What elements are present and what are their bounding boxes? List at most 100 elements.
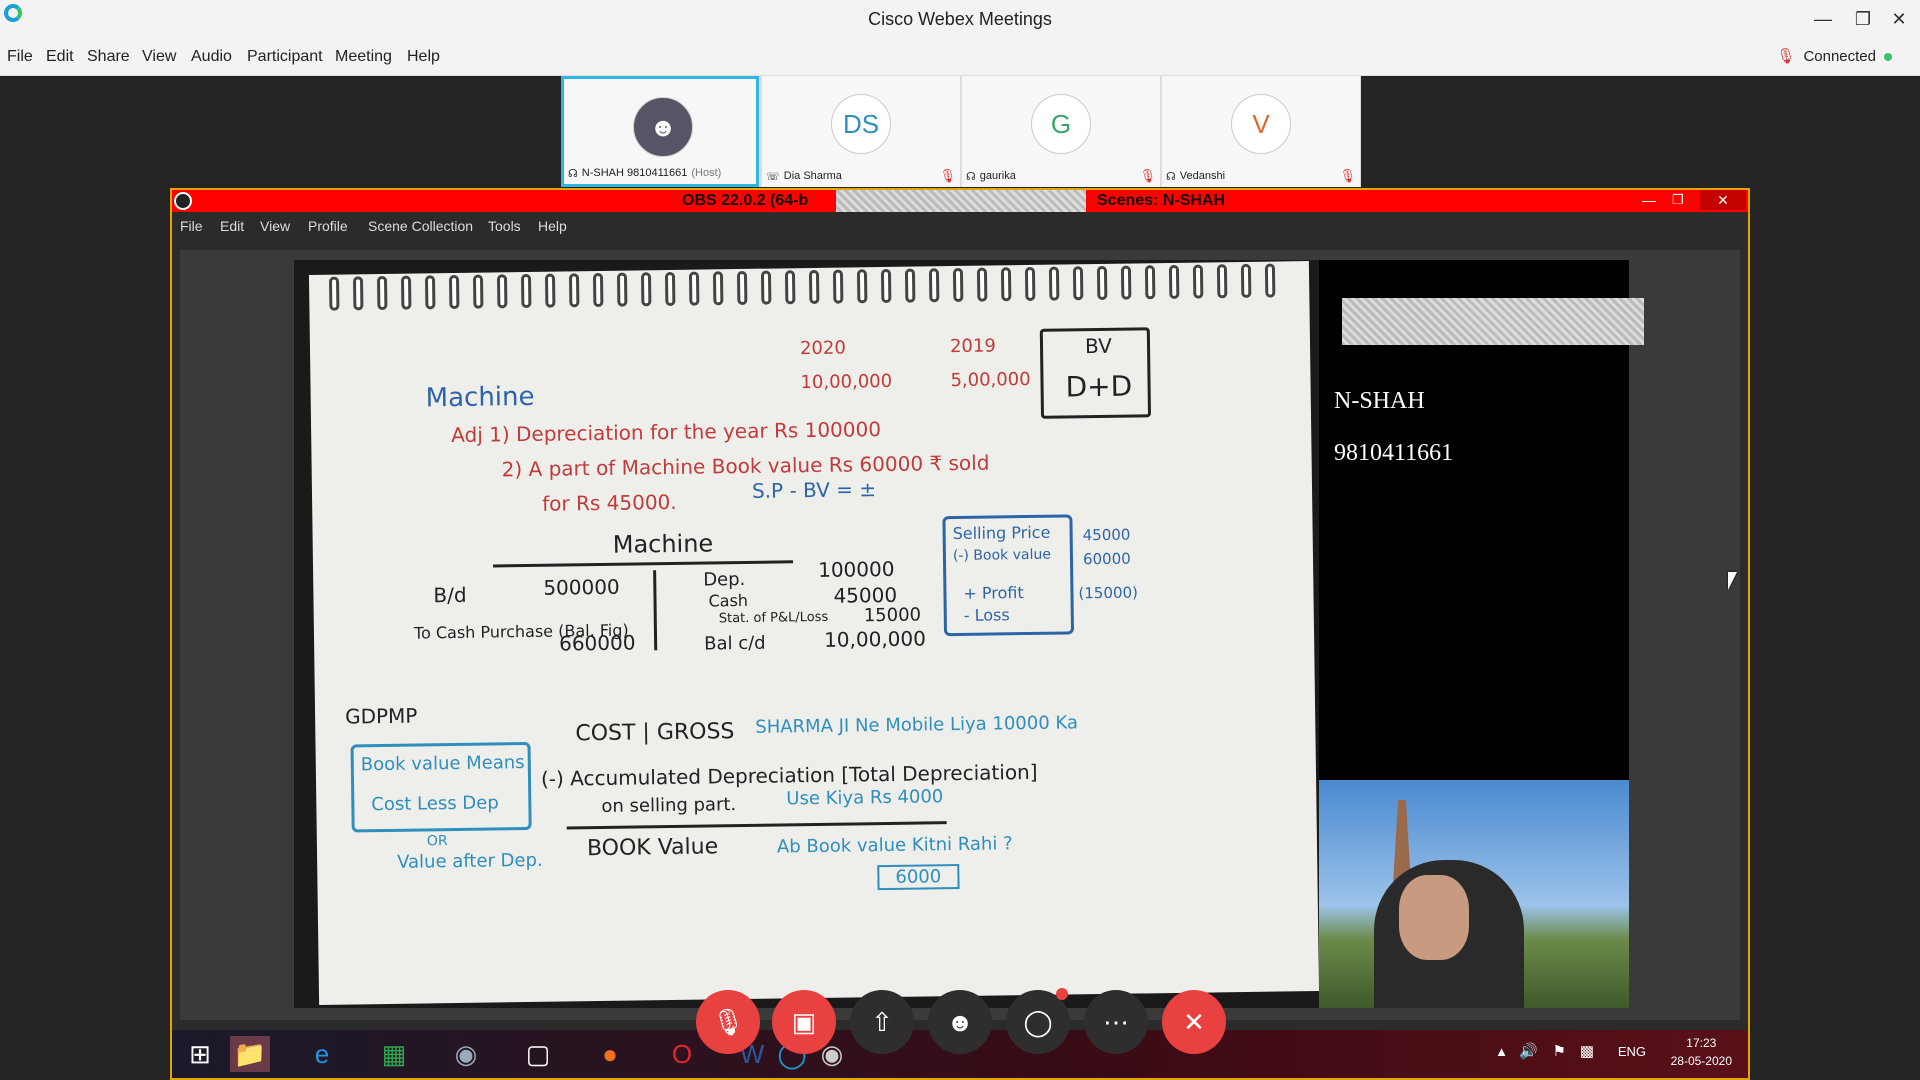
notification-dot-icon — [1056, 988, 1068, 1000]
clock-date: 28-05-2020 — [1670, 1054, 1732, 1068]
ab-example: Ab Book value Kitni Rahi ? — [776, 833, 1013, 858]
flag-icon[interactable]: ⚑ — [1553, 1042, 1566, 1060]
windows-start-icon[interactable]: ⊞ — [180, 1036, 220, 1072]
ledger-dep: Dep. — [703, 568, 746, 591]
avatar: DS — [831, 94, 891, 154]
ledger-mid-line — [653, 570, 658, 651]
calc-sp: Selling Price — [952, 522, 1051, 544]
mic-muted-icon: 🎙 — [1776, 48, 1796, 65]
connection-label: Connected — [1803, 48, 1876, 65]
obs-menu-scene-collection[interactable]: Scene Collection — [368, 212, 473, 240]
obs-title: OBS 22.0.2 (64-b — [682, 192, 809, 209]
document-icon[interactable]: ▢ — [518, 1036, 558, 1072]
machine-heading: Machine — [425, 381, 535, 414]
or-label: OR — [426, 833, 448, 850]
more-icon: ⋯ — [1103, 1006, 1129, 1037]
menu-edit[interactable]: Edit — [46, 38, 74, 76]
participant-name: Vedanshi — [1179, 170, 1226, 182]
obs-minimize-button[interactable]: — — [1642, 190, 1656, 210]
shared-screen: OBS 22.0.2 (64-b Scenes: N-SHAH — ❐ ✕ Fi… — [170, 188, 1750, 1080]
spiral-binding — [328, 263, 1289, 316]
obs-restore-button[interactable]: ❐ — [1672, 190, 1684, 210]
calc-sp-value: 45000 — [1082, 525, 1131, 545]
chat-button[interactable]: ◯ — [1006, 988, 1070, 1054]
value-after-dep: Value after Dep. — [397, 849, 543, 873]
more-options-button[interactable]: ⋯ — [1084, 990, 1148, 1054]
chrome-icon[interactable]: ◉ — [446, 1036, 486, 1072]
avatar: ☻ — [633, 97, 693, 157]
volume-icon[interactable]: 🔊 — [1519, 1042, 1538, 1060]
adjustment-2: 2) A part of Machine Book value Rs 60000… — [501, 450, 990, 482]
ledger-bal: Bal c/d — [703, 632, 766, 655]
obs-menu-profile[interactable]: Profile — [308, 212, 348, 240]
obs-menu-help[interactable]: Help — [538, 212, 567, 240]
adjustment-1: Adj 1) Depreciation for the year Rs 1000… — [451, 417, 882, 448]
window-title: Cisco Webex Meetings — [868, 9, 1052, 29]
video-button[interactable]: ▣ — [772, 990, 836, 1054]
mute-button[interactable]: 🎙 — [696, 990, 760, 1054]
obs-menu-edit[interactable]: Edit — [220, 212, 244, 240]
presenter-name: N-SHAH — [1334, 388, 1425, 414]
share-icon: ⇧ — [871, 1006, 893, 1037]
menu-meeting[interactable]: Meeting — [335, 38, 392, 76]
participant-tile[interactable]: DS ☏ Dia Sharma 🎙 — [762, 76, 960, 187]
notebook-page: 2020 2019 10,00,000 5,00,000 BV D+D Mach… — [308, 261, 1320, 1005]
ledger-cash: Cash — [708, 590, 749, 611]
internet-explorer-icon[interactable]: e — [302, 1036, 342, 1072]
leave-meeting-button[interactable]: ✕ — [1162, 990, 1226, 1054]
sharma-example: SHARMA JI Ne Mobile Liya 10000 Ka — [755, 712, 1079, 738]
clock-time: 17:23 — [1686, 1036, 1717, 1050]
language-indicator[interactable]: ENG — [1618, 1044, 1646, 1059]
tray-chevron-icon[interactable]: ▲ — [1495, 1044, 1508, 1059]
title-bar: Cisco Webex Meetings — ❐ ✕ — [0, 0, 1920, 38]
obs-menu-tools[interactable]: Tools — [488, 212, 521, 240]
bv-label: BV — [1084, 333, 1112, 359]
participants-button[interactable]: ☻ — [928, 990, 992, 1054]
opera-icon[interactable]: O — [662, 1036, 702, 1072]
ledger-top-line — [493, 560, 794, 568]
menu-participant[interactable]: Participant — [247, 38, 323, 76]
avatar: G — [1031, 94, 1091, 154]
participants-icon: ☻ — [946, 1006, 974, 1037]
participant-tile[interactable]: ☻ ☊ N-SHAH 9810411661 (Host) — [561, 76, 759, 187]
obs-close-button[interactable]: ✕ — [1700, 190, 1746, 210]
firefox-icon[interactable]: ● — [590, 1036, 630, 1072]
formula: S.P - BV = ± — [751, 477, 877, 503]
menu-audio[interactable]: Audio — [191, 38, 232, 76]
chat-icon: ◯ — [1023, 1006, 1053, 1037]
obs-menu-bar: File Edit View Profile Scene Collection … — [172, 212, 1748, 240]
participant-tile[interactable]: G ☊ gaurika 🎙 — [962, 76, 1160, 187]
headset-icon: ☊ — [568, 167, 578, 180]
signal-icon[interactable]: ▩ — [1580, 1042, 1594, 1060]
taskbar-clock[interactable]: 17:23 28-05-2020 — [1671, 1034, 1732, 1070]
ledger-loss: Stat. of P&L/Loss — [718, 609, 829, 627]
participant-name-row: ☊ gaurika 🎙 — [966, 167, 1156, 185]
ledger-bd-value: 500000 — [543, 574, 620, 600]
file-explorer-icon[interactable]: 📁 — [230, 1036, 270, 1072]
menu-file[interactable]: File — [7, 38, 33, 76]
obs-logo-icon — [174, 192, 192, 210]
ledger-bd: B/d — [433, 582, 467, 608]
book-value-means: Book value Means — [360, 752, 525, 776]
menu-view[interactable]: View — [142, 38, 176, 76]
store-icon[interactable]: ▦ — [374, 1036, 414, 1072]
share-button[interactable]: ⇧ — [850, 990, 914, 1054]
participant-name-row: ☏ Dia Sharma 🎙 — [766, 167, 956, 185]
obs-menu-view[interactable]: View — [260, 212, 290, 240]
video-off-icon: ▣ — [791, 1006, 817, 1037]
phone-icon: ☏ — [766, 170, 780, 183]
close-window-button[interactable]: ✕ — [1876, 0, 1920, 38]
mic-off-icon: 🎙 — [711, 1006, 745, 1037]
menu-help[interactable]: Help — [407, 38, 440, 76]
mic-muted-icon: 🎙 — [939, 168, 956, 183]
year-2020: 2020 — [799, 337, 846, 360]
on-selling-part: on selling part. — [601, 794, 737, 817]
face-shape — [1399, 875, 1469, 960]
participant-name: Dia Sharma — [783, 170, 842, 182]
mic-muted-icon: 🎙 — [1339, 168, 1356, 183]
obs-menu-file[interactable]: File — [180, 212, 203, 240]
headset-icon: ☊ — [1166, 170, 1176, 183]
participant-tile[interactable]: V ☊ Vedanshi 🎙 — [1162, 76, 1360, 187]
menu-share[interactable]: Share — [87, 38, 130, 76]
presenter-webcam — [1319, 780, 1629, 1008]
